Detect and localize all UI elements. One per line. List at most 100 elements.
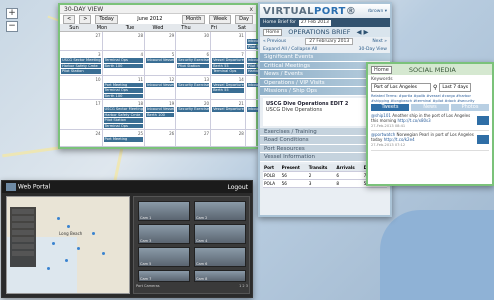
calendar-event[interactable]: Terminal Ops [103, 58, 144, 63]
brief-date-input[interactable]: 27 Feb 2013 [298, 19, 331, 26]
related-terms[interactable]: Related Terms: #portla #pollb #vessel #c… [368, 93, 492, 103]
calendar-event[interactable]: Port Meeting [103, 82, 144, 87]
calendar-event[interactable]: Pilot Station [103, 118, 144, 123]
calendar-day[interactable]: 12 Inbound Vessel [145, 75, 177, 100]
calendar-day[interactable]: 19 Inbound Vessel Berth 100 [145, 100, 177, 130]
pagination[interactable]: 1 2 3 [239, 284, 248, 291]
calendar-day[interactable]: 14 Vessel Departure Berth 55 [211, 75, 246, 100]
calendar-event[interactable]: Terminal Ops [103, 123, 144, 128]
camera-feed[interactable]: Cam 7 [138, 270, 190, 282]
list-item[interactable]: @ship101 Another ship in the port of Los… [371, 113, 489, 132]
today-button[interactable]: Today [95, 14, 118, 24]
post-link[interactable]: http://t.co/x80s3 [398, 118, 431, 123]
calendar-event[interactable]: USCG Sector Meeting [61, 58, 101, 63]
view-month-button[interactable]: Month [181, 14, 206, 24]
calendar-day[interactable]: 21 Vessel Departure [211, 100, 246, 130]
calendar-event[interactable]: Berth 55 [212, 88, 244, 93]
camera-marker[interactable] [102, 252, 105, 255]
calendar-event[interactable]: Pilot Station [61, 69, 101, 74]
calendar-day[interactable]: 6 Security Exercise Pilot Station [176, 51, 212, 76]
range-select[interactable]: Last 7 days [439, 83, 472, 92]
calendar-event[interactable]: Berth 55 [212, 63, 244, 68]
calendar-event[interactable]: Vessel Departure [212, 58, 244, 63]
camera-feed[interactable]: Cam 6 [194, 247, 246, 267]
calendar-day[interactable]: 27 [60, 32, 103, 51]
calendar-day[interactable]: 25 Port Meeting [102, 130, 146, 147]
camera-marker[interactable] [77, 247, 80, 250]
calendar-event[interactable]: Terminal Ops [212, 69, 244, 74]
calendar-day[interactable]: 10 [60, 75, 103, 100]
camera-feed[interactable]: Cam 1 [138, 201, 190, 221]
prev-month-button[interactable]: < [63, 14, 76, 24]
calendar-event[interactable]: Berth 100 [103, 63, 144, 68]
tab-tweets[interactable]: Tweets [371, 104, 409, 111]
calendar-day[interactable]: 31 [211, 32, 246, 51]
user-menu[interactable]: rbrown ▾ [368, 9, 387, 14]
30-day-view-link[interactable]: 30-Day View [359, 47, 387, 52]
section-significant-events[interactable]: Significant Events [260, 53, 390, 62]
camera-marker[interactable] [65, 259, 68, 262]
calendar-event[interactable]: Berth 100 [146, 112, 175, 117]
camera-marker[interactable] [52, 242, 55, 245]
calendar-day[interactable]: 28 [102, 32, 146, 51]
calendar-day[interactable]: 29 [145, 32, 177, 51]
calendar-day[interactable]: 26 [145, 130, 177, 147]
post-link[interactable]: http://t.co/k2e4 [384, 137, 415, 142]
calendar-event[interactable]: Vessel Departure [212, 107, 244, 112]
camera-marker[interactable] [47, 267, 50, 270]
calendar-event[interactable]: USCG Sector Meeting [103, 107, 144, 112]
calendar-event[interactable]: Security Exercise [177, 107, 210, 112]
next-link[interactable]: Next » [372, 39, 387, 44]
tab-photos[interactable]: Photos [451, 104, 489, 111]
calendar-day[interactable]: 5 Inbound Vessel [145, 51, 177, 76]
camera-feed[interactable]: Cam 2 [194, 201, 246, 221]
camera-feed[interactable]: Cam 5 [138, 247, 190, 267]
calendar-event[interactable]: Vessel Departure [212, 82, 244, 87]
camera-feed[interactable]: Cam 8 [194, 270, 246, 282]
date-field[interactable]: 27 February 2013 [305, 37, 354, 45]
calendar-day[interactable]: 18 USCG Sector Meeting Harbor Safety Cmte P… [102, 100, 146, 130]
portal-map[interactable]: Long Beach [6, 196, 130, 294]
keyword-input[interactable]: Port of Los Angeles [371, 83, 431, 92]
view-week-button[interactable]: Week [209, 14, 232, 24]
calendar-day[interactable]: 17 [60, 100, 103, 130]
calendar-event[interactable]: Inbound Vessel [146, 82, 175, 87]
flag-icon[interactable] [477, 135, 489, 145]
calendar-event[interactable]: Pilot Station [177, 63, 210, 68]
view-day-button[interactable]: Day [235, 14, 253, 24]
calendar-event[interactable]: Berth 100 [103, 93, 144, 98]
next-month-button[interactable]: > [79, 14, 92, 24]
calendar-event[interactable]: Security Exercise [177, 58, 210, 63]
calendar-event[interactable]: Terminal Ops [103, 88, 144, 93]
calendar-day[interactable]: 24 [60, 130, 103, 147]
camera-marker[interactable] [92, 232, 95, 235]
camera-marker[interactable] [67, 225, 70, 228]
calendar-day[interactable]: 28 [211, 130, 246, 147]
calendar-day[interactable]: 20 Security Exercise [176, 100, 212, 130]
home-button[interactable]: Home [263, 28, 283, 36]
calendar-event[interactable]: Harbor Safety Cmte [103, 112, 144, 117]
expand-collapse-link[interactable]: Expand All / Collapse All [263, 47, 317, 52]
calendar-day[interactable]: 11 Port Meeting Terminal Ops Berth 100 [102, 75, 146, 100]
search-icon[interactable]: ⚲ [433, 84, 437, 91]
calendar-event[interactable]: Security Exercise [177, 82, 210, 87]
close-icon[interactable]: x [249, 5, 253, 14]
calendar-event[interactable]: Inbound Vessel [146, 107, 175, 112]
calendar-day[interactable]: 27 [176, 130, 212, 147]
zoom-out-button[interactable]: − [6, 21, 18, 32]
camera-feed[interactable]: Cam 4 [194, 224, 246, 244]
flag-icon[interactable] [477, 116, 489, 125]
brief-arrows[interactable]: ◀ ▶ [356, 28, 368, 36]
camera-marker[interactable] [57, 217, 60, 220]
calendar-event[interactable]: Port Meeting [103, 137, 144, 142]
calendar-day[interactable]: 13 Security Exercise [176, 75, 212, 100]
calendar-day[interactable]: 3 USCG Sector Meeting Harbor Safety Cmte Pi… [60, 51, 103, 76]
logout-button[interactable]: Logout [227, 184, 248, 191]
calendar-day[interactable]: 4 Terminal Ops Berth 100 [102, 51, 146, 76]
list-item[interactable]: @portwatch Norwegian Pearl in port of Lo… [371, 132, 489, 151]
map-layer-controls[interactable] [10, 207, 36, 267]
calendar-titlebar[interactable]: 30-DAY VIEW x [60, 5, 256, 14]
tab-news[interactable]: News [411, 104, 449, 111]
calendar-day[interactable]: 7 Vessel Departure Berth 55 Terminal Ops [211, 51, 246, 76]
zoom-in-button[interactable]: + [6, 8, 18, 19]
